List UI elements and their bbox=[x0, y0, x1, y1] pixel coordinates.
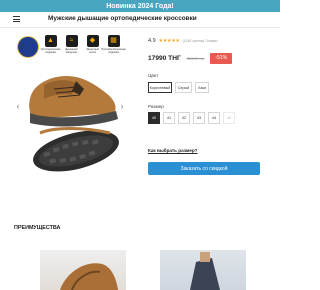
size-guide-link[interactable]: Как выбрать размер? bbox=[148, 148, 197, 153]
advantage-image-right bbox=[160, 250, 246, 290]
promo-banner-text: Новинка 2024 Года! bbox=[106, 2, 174, 10]
promo-banner: Новинка 2024 Года! bbox=[0, 0, 280, 12]
current-price: 17990 ТНГ bbox=[148, 54, 181, 62]
color-option-grey[interactable]: Серый bbox=[175, 82, 192, 93]
price-row: 17990 ТНГ 35990 тнг -51% bbox=[148, 52, 233, 64]
color-options: Коричневый Серый Хаки bbox=[148, 82, 209, 93]
reviews-link[interactable]: (1245 оценок) Отзывы bbox=[183, 39, 218, 43]
gallery-prev-icon[interactable]: ‹ bbox=[14, 101, 22, 111]
sneaker-image bbox=[29, 75, 119, 172]
star-rating-icon: ★★★★★ bbox=[158, 38, 180, 44]
old-price: 35990 тнг bbox=[186, 55, 205, 61]
gallery-next-icon[interactable]: › bbox=[118, 101, 126, 111]
size-option-41[interactable]: 41 bbox=[163, 112, 175, 124]
worker-photo-image bbox=[190, 252, 220, 290]
discount-badge: -51% bbox=[210, 52, 233, 64]
product-gallery[interactable]: ▲ Ортопедическая подошва ≈ Дышащий матер… bbox=[14, 33, 126, 183]
order-button[interactable]: Заказать со скидкой bbox=[148, 162, 260, 175]
size-option-44[interactable]: 44 bbox=[208, 112, 220, 124]
size-options: 40 41 42 43 44 45 bbox=[148, 112, 235, 124]
color-label: Цвет bbox=[148, 73, 159, 78]
page-title: Мужские дышащие ортопедические кроссовки bbox=[48, 15, 197, 22]
size-option-40[interactable]: 40 bbox=[148, 112, 160, 124]
size-label: Размер bbox=[148, 104, 164, 109]
sneaker-closeup-image bbox=[60, 263, 118, 290]
advantages-heading: ПРЕИМУЩЕСТВА bbox=[14, 225, 61, 231]
size-option-42[interactable]: 42 bbox=[178, 112, 190, 124]
menu-icon[interactable] bbox=[13, 16, 20, 22]
size-option-45[interactable]: 45 bbox=[223, 112, 235, 124]
header-divider bbox=[0, 27, 280, 28]
color-option-khaki[interactable]: Хаки bbox=[195, 82, 209, 93]
header: Мужские дышащие ортопедические кроссовки bbox=[0, 12, 280, 26]
advantage-image-left bbox=[40, 250, 126, 290]
color-option-brown[interactable]: Коричневый bbox=[148, 82, 172, 93]
rating-row: 4.9 ★★★★★ (1245 оценок) Отзывы bbox=[148, 37, 218, 45]
size-option-43[interactable]: 43 bbox=[193, 112, 205, 124]
rating-value: 4.9 bbox=[148, 38, 156, 44]
